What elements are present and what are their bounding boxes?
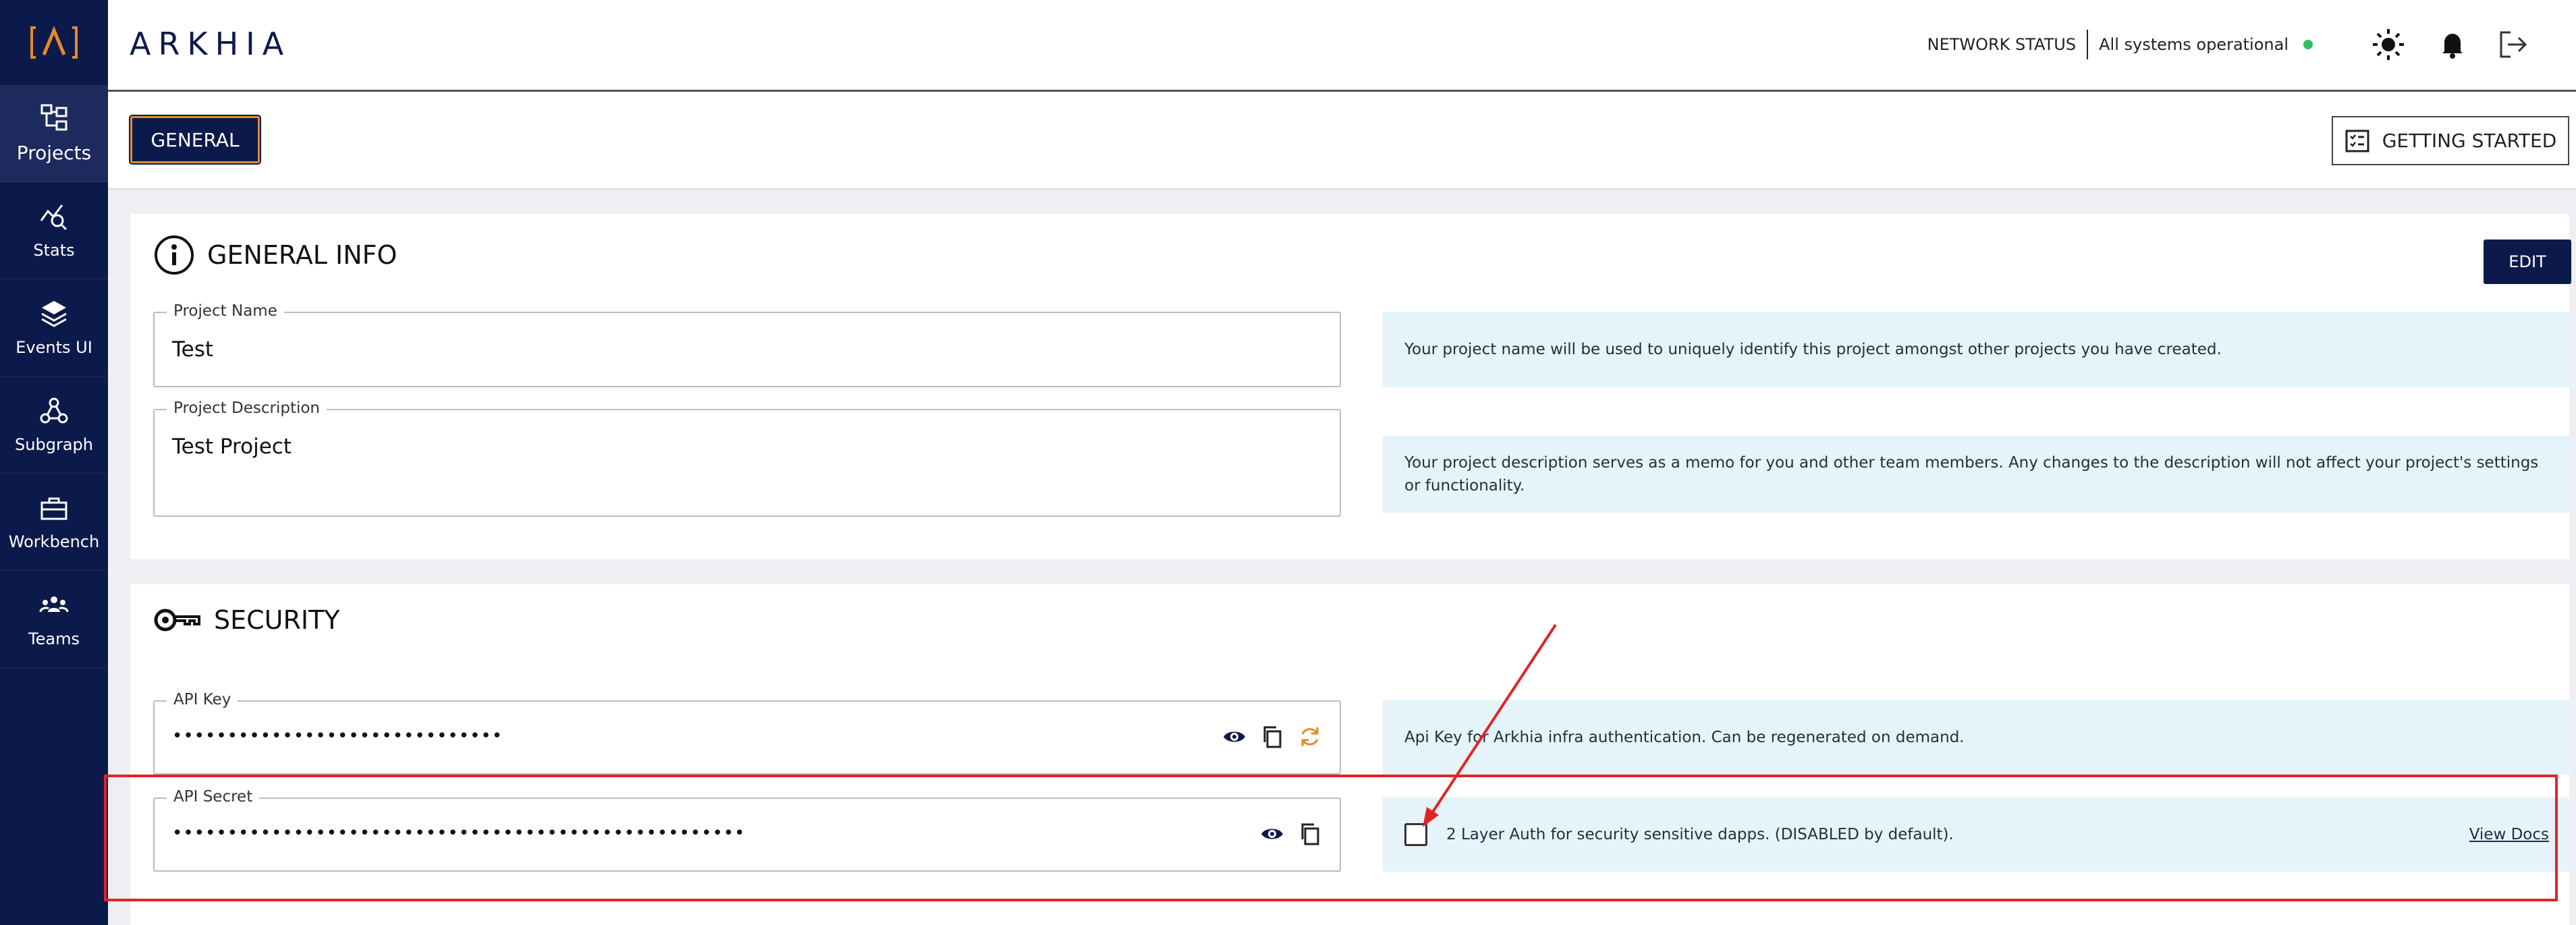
general-info-heading: GENERAL INFO — [207, 240, 398, 270]
two-factor-auth-checkbox[interactable] — [1404, 823, 1427, 846]
api-secret-label: API Secret — [167, 788, 260, 806]
workbench-icon — [40, 497, 67, 520]
two-factor-auth-box: 2 Layer Auth for security sensitive dapp… — [1383, 797, 2571, 872]
copy-key-icon[interactable] — [1260, 725, 1284, 749]
two-factor-auth-text: 2 Layer Auth for security sensitive dapp… — [1446, 826, 1954, 843]
sidebar-item-label: Teams — [28, 629, 80, 648]
notification-bell-icon[interactable] — [2435, 27, 2470, 62]
sidebar: Projects Stats Events UI Subgraph Workbe… — [0, 0, 108, 925]
sidebar-item-label: Subgraph — [15, 435, 93, 454]
getting-started-label: GETTING STARTED — [2382, 130, 2557, 152]
sidebar-item-label: Events UI — [16, 337, 92, 357]
security-title: SECURITY — [153, 605, 340, 636]
project-name-field[interactable]: Project Name Test — [153, 302, 1341, 387]
divider — [2087, 30, 2089, 59]
sidebar-item-projects[interactable]: Projects — [0, 85, 108, 182]
security-card: SECURITY API Key •••••••••••••••••••••••… — [130, 584, 2571, 925]
arkhia-logo-icon — [30, 26, 78, 59]
project-description-label: Project Description — [167, 399, 327, 417]
copy-secret-icon[interactable] — [1298, 822, 1322, 846]
api-key-help: Api Key for Arkhia infra authentication.… — [1383, 700, 2571, 775]
sidebar-item-label: Workbench — [8, 532, 100, 551]
regenerate-key-icon[interactable] — [1298, 725, 1322, 749]
tab-general[interactable]: GENERAL — [129, 115, 261, 165]
security-heading: SECURITY — [214, 605, 340, 635]
project-name-help: Your project name will be used to unique… — [1383, 312, 2571, 387]
show-secret-eye-icon[interactable] — [1260, 822, 1284, 846]
events-icon — [41, 300, 67, 327]
main-content: GENERAL GETTING STARTED GENERAL INFO EDI… — [108, 92, 2576, 925]
view-docs-link[interactable]: View Docs — [2469, 823, 2549, 846]
sidebar-item-subgraph[interactable]: Subgraph — [0, 376, 108, 474]
checklist-icon — [2345, 130, 2369, 152]
status-indicator-icon — [2303, 40, 2313, 49]
api-key-label: API Key — [167, 691, 238, 708]
api-secret-field[interactable]: API Secret •••••••••••••••••••••••••••••… — [153, 788, 1341, 872]
api-key-value: •••••••••••••••••••••••••••••• — [172, 726, 503, 746]
general-info-title: GENERAL INFO — [153, 234, 397, 276]
tab-bar: GENERAL GETTING STARTED — [108, 92, 2576, 190]
project-name-value: Test — [172, 337, 214, 362]
top-header: ARKHIA NETWORK STATUS All systems operat… — [108, 0, 2576, 92]
project-description-help-text: Your project description serves as a mem… — [1404, 454, 2539, 495]
subgraph-icon — [40, 397, 68, 423]
api-key-actions — [1209, 725, 1322, 749]
theme-sun-icon[interactable] — [2371, 27, 2406, 62]
teams-icon — [39, 596, 69, 612]
network-status-label: NETWORK STATUS — [1927, 35, 2077, 54]
getting-started-button[interactable]: GETTING STARTED — [2332, 116, 2569, 165]
project-description-field[interactable]: Project Description Test Project — [153, 399, 1341, 517]
project-name-help-text: Your project name will be used to unique… — [1404, 341, 2222, 358]
api-secret-actions — [1246, 822, 1322, 846]
general-info-card: GENERAL INFO EDIT Project Name Test Your… — [130, 214, 2571, 559]
sidebar-item-stats[interactable]: Stats — [0, 182, 108, 279]
api-key-field[interactable]: API Key •••••••••••••••••••••••••••••• — [153, 691, 1341, 775]
sidebar-item-label: Stats — [33, 240, 75, 260]
projects-icon — [40, 104, 67, 131]
network-status: NETWORK STATUS All systems operational — [1927, 30, 2313, 59]
stats-icon — [40, 204, 67, 230]
sidebar-item-events-ui[interactable]: Events UI — [0, 279, 108, 376]
api-secret-value: ••••••••••••••••••••••••••••••••••••••••… — [172, 823, 746, 843]
logo[interactable] — [0, 0, 108, 85]
project-description-help: Your project description serves as a mem… — [1383, 436, 2571, 513]
edit-button[interactable]: EDIT — [2484, 240, 2571, 284]
brand-name[interactable]: ARKHIA — [130, 26, 291, 62]
show-key-eye-icon[interactable] — [1222, 725, 1246, 749]
sidebar-item-workbench[interactable]: Workbench — [0, 474, 108, 571]
api-key-help-text: Api Key for Arkhia infra authentication.… — [1404, 729, 1965, 746]
sidebar-item-label: Projects — [16, 142, 92, 164]
key-icon — [154, 609, 200, 632]
project-name-label: Project Name — [167, 302, 284, 320]
info-icon — [155, 235, 194, 275]
network-status-text: All systems operational — [2099, 35, 2289, 54]
project-description-value: Test Project — [172, 435, 292, 459]
logout-icon[interactable] — [2496, 27, 2531, 62]
sidebar-item-teams[interactable]: Teams — [0, 571, 108, 668]
